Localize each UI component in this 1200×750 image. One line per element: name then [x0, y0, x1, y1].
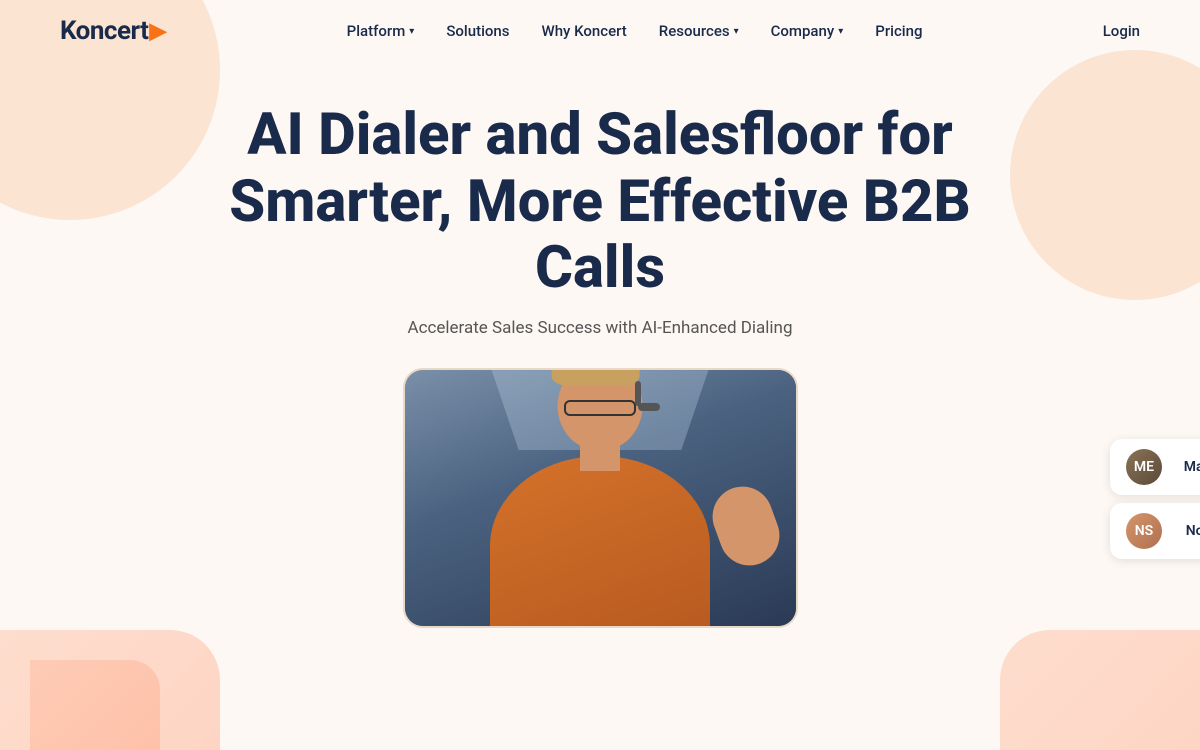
nav-item-solutions[interactable]: Solutions [446, 22, 509, 40]
nav-link-pricing[interactable]: Pricing [875, 22, 922, 40]
navbar: Koncert ▶ Platform ▾ Solutions Why Konce… [0, 0, 1200, 62]
dialing-bar: ✦ AI 📞 DIALING.. [1110, 388, 1200, 427]
nav-item-company[interactable]: Company ▾ [771, 22, 844, 40]
chevron-down-icon: ▾ [838, 26, 843, 37]
avatar-nolan: NS [1126, 513, 1162, 549]
avatar-marcus: ME [1126, 449, 1162, 485]
chevron-down-icon: ▾ [734, 26, 739, 37]
nav-item-pricing[interactable]: Pricing [875, 22, 922, 40]
hero-image-area: ✦ AI 📞 DIALING.. ME Marcus Eld [20, 368, 1180, 628]
nav-item-resources[interactable]: Resources ▾ [659, 22, 739, 40]
nav-link-resources[interactable]: Resources ▾ [659, 22, 739, 40]
contact-card-nolan: NS Nolan Sterling VOICEMAIL... QO [1110, 503, 1200, 559]
contact-name-nolan: Nolan Sterling [1174, 523, 1200, 539]
hero-section: AI Dialer and Salesfloor for Smarter, Mo… [0, 62, 1200, 648]
headset-arm [635, 381, 641, 406]
ui-overlay: ✦ AI 📞 DIALING.. ME Marcus Eld [1110, 388, 1200, 559]
avatar-image-nolan: NS [1126, 513, 1162, 549]
nav-link-why-koncert[interactable]: Why Koncert [542, 22, 627, 40]
nav-links: Platform ▾ Solutions Why Koncert Resourc… [347, 22, 923, 40]
nav-item-platform[interactable]: Platform ▾ [347, 22, 415, 40]
nav-item-why-koncert[interactable]: Why Koncert [542, 22, 627, 40]
avatar-image-marcus: ME [1126, 449, 1162, 485]
hero-main-card [403, 368, 798, 628]
logo[interactable]: Koncert ▶ [60, 16, 166, 46]
nav-link-platform[interactable]: Platform ▾ [347, 22, 415, 40]
nav-link-company[interactable]: Company ▾ [771, 22, 844, 40]
bottom-shape-left-inner [30, 660, 160, 750]
logo-text: Koncert [60, 16, 148, 46]
nav-link-solutions[interactable]: Solutions [446, 22, 509, 40]
hero-subtitle: Accelerate Sales Success with AI-Enhance… [20, 318, 1180, 338]
headset-mic [638, 403, 660, 411]
person-glasses [564, 400, 636, 416]
hero-title: AI Dialer and Salesfloor for Smarter, Mo… [210, 102, 990, 302]
hero-person-bg [405, 370, 796, 626]
contact-cards: ME Marcus Elden BAD NUMBER... ✗ NS [1110, 439, 1200, 559]
person-body [490, 456, 710, 628]
contact-card-marcus: ME Marcus Elden BAD NUMBER... ✗ [1110, 439, 1200, 495]
contact-name-marcus: Marcus Elden [1174, 459, 1200, 475]
person-hair [552, 368, 640, 386]
login-link[interactable]: Login [1103, 22, 1140, 40]
logo-arrow: ▶ [149, 19, 166, 44]
chevron-down-icon: ▾ [409, 26, 414, 37]
